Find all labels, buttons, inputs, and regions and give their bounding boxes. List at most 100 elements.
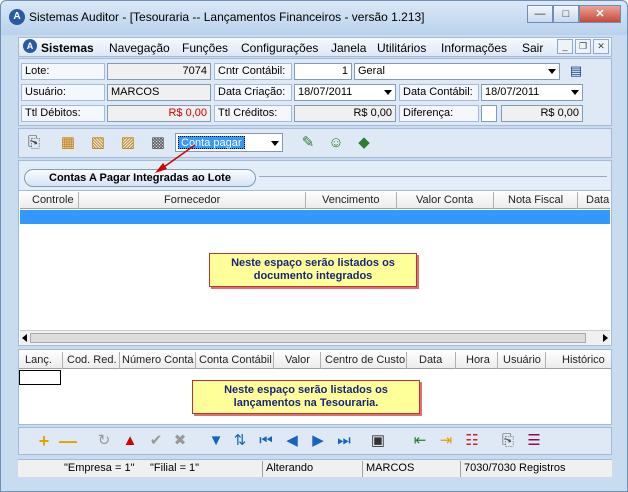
- col-lanc[interactable]: Lanç.: [25, 354, 52, 366]
- edit-cell[interactable]: [19, 370, 61, 385]
- col-controle[interactable]: Controle: [32, 194, 74, 206]
- upper-grid-header: Controle Fornecedor Vencimento Valor Con…: [20, 192, 610, 209]
- export-icon[interactable]: ⇥: [435, 430, 457, 452]
- data-contabil-field[interactable]: 18/07/2011: [481, 84, 583, 101]
- diamond-icon[interactable]: ◆: [353, 132, 375, 154]
- grid-config-icon[interactable]: ▤: [567, 63, 585, 79]
- menu-utilitarios[interactable]: Utilitários: [377, 41, 426, 55]
- creditos-label: Ttl Créditos:: [214, 105, 292, 122]
- col-fornecedor[interactable]: Fornecedor: [164, 194, 220, 206]
- user-edit-icon[interactable]: ☺: [325, 132, 347, 154]
- barcode-icon[interactable]: ☰: [523, 430, 545, 452]
- lote-label: Lote:: [21, 63, 105, 80]
- creditos-field: R$ 0,00: [294, 105, 396, 122]
- col-vencimento[interactable]: Vencimento: [322, 194, 379, 206]
- mdi-restore-button[interactable]: ❐: [575, 39, 591, 54]
- print-icon[interactable]: ⎘: [497, 430, 519, 452]
- col-separator: [305, 192, 306, 209]
- scroll-left-icon[interactable]: [22, 334, 27, 342]
- remove-icon[interactable]: —: [57, 430, 79, 452]
- data-criacao-field[interactable]: 18/07/2011: [294, 84, 396, 101]
- col-separator: [62, 352, 63, 369]
- lower-grid-header: Lanç. Cod. Red. Número Conta Conta Contá…: [19, 352, 611, 369]
- diferenca-checkbox[interactable]: [481, 105, 497, 122]
- cntr-contabil-desc: Geral: [358, 65, 385, 77]
- col-valor[interactable]: Valor: [285, 354, 310, 366]
- menu-navegacao[interactable]: Navegação: [109, 41, 170, 55]
- menu-informacoes[interactable]: Informações: [441, 41, 507, 55]
- import-icon[interactable]: ⇤: [409, 430, 431, 452]
- col-historico[interactable]: Histórico: [562, 354, 605, 366]
- cash-delete-icon[interactable]: ▨: [117, 132, 139, 154]
- auditor-logo-icon: A: [23, 39, 37, 53]
- lote-form: Lote: 7074 Cntr Contábil: 1 Geral ▤ Usuá…: [18, 58, 612, 126]
- cash-icon[interactable]: ▦: [57, 132, 79, 154]
- table-row[interactable]: [20, 210, 610, 224]
- save-icon[interactable]: ▣: [367, 430, 389, 452]
- close-button[interactable]: ✕: [579, 5, 621, 23]
- contas-integradas-button[interactable]: Contas A Pagar Integradas ao Lote: [24, 169, 256, 187]
- debitos-field: R$ 0,00: [107, 105, 211, 122]
- col-numero-conta[interactable]: Número Conta: [122, 354, 194, 366]
- add-icon[interactable]: +: [33, 430, 55, 452]
- col-nota-fiscal[interactable]: Nota Fiscal: [508, 194, 563, 206]
- data-criacao-value: 18/07/2011: [298, 86, 353, 98]
- col-separator: [406, 352, 407, 369]
- check-icon[interactable]: ✔: [145, 430, 167, 452]
- status-user: MARCOS: [366, 462, 415, 474]
- cancel-icon[interactable]: ✖: [169, 430, 191, 452]
- cntr-contabil-field[interactable]: 1: [294, 63, 352, 80]
- usuario-field: MARCOS: [107, 84, 211, 101]
- data-criacao-label: Data Criação:: [214, 84, 292, 101]
- pencil-edit-icon[interactable]: ✎: [297, 132, 319, 154]
- menu-janela[interactable]: Janela: [331, 41, 366, 55]
- col-conta-contabil[interactable]: Conta Contábil: [199, 354, 272, 366]
- col-separator: [545, 352, 546, 369]
- upper-note: Neste espaço serão listados os documento…: [209, 253, 417, 287]
- sort-icon[interactable]: ⇅: [229, 430, 251, 452]
- col-valor-conta[interactable]: Valor Conta: [416, 194, 473, 206]
- menu-sair[interactable]: Sair: [522, 41, 543, 55]
- calc-icon[interactable]: ☷: [461, 430, 483, 452]
- menu-bar: A Sistemas Navegação Funções Configuraçõ…: [18, 37, 612, 57]
- col-separator: [78, 192, 79, 209]
- col-usuario[interactable]: Usuário: [503, 354, 541, 366]
- cntr-contabil-select[interactable]: Geral: [354, 63, 560, 80]
- warning-icon[interactable]: ▲: [119, 430, 141, 452]
- menu-configuracoes[interactable]: Configurações: [241, 41, 318, 55]
- last-icon[interactable]: ⏭: [333, 430, 355, 452]
- col-separator: [119, 352, 120, 369]
- menu-funcoes[interactable]: Funções: [182, 41, 228, 55]
- lower-note: Neste espaço serão listados os lançament…: [192, 380, 420, 414]
- cash-edit-icon[interactable]: ▧: [87, 132, 109, 154]
- printer-icon[interactable]: ⎘: [23, 132, 45, 154]
- horizontal-scrollbar[interactable]: [20, 330, 610, 345]
- navigation-toolbar: + — ↻ ▲ ✔ ✖ ▼ ⇅ ⏮ ◀ ▶ ⏭ ▣ ⇤ ⇥ ☷ ⎘ ☰: [18, 427, 612, 455]
- first-icon[interactable]: ⏮: [255, 430, 277, 452]
- col-cod-red[interactable]: Cod. Red.: [67, 354, 117, 366]
- scroll-thumb[interactable]: [30, 333, 586, 343]
- menu-sistemas[interactable]: Sistemas: [41, 41, 94, 55]
- next-icon[interactable]: ▶: [307, 430, 329, 452]
- refresh-icon[interactable]: ↻: [93, 430, 115, 452]
- col-data[interactable]: Data: [586, 194, 609, 206]
- col-hora[interactable]: Hora: [466, 354, 490, 366]
- mdi-minimize-button[interactable]: _: [557, 39, 573, 54]
- filter-icon[interactable]: ▼: [205, 430, 227, 452]
- minimize-button[interactable]: —: [527, 5, 553, 23]
- lancamentos-panel: Lanç. Cod. Red. Número Conta Conta Contá…: [18, 349, 612, 425]
- title-bar[interactable]: A Sistemas Auditor - [Tesouraria -- Lanç…: [1, 1, 627, 35]
- mdi-close-button[interactable]: ✕: [593, 39, 609, 54]
- scroll-right-icon[interactable]: [603, 334, 608, 342]
- col-separator: [497, 352, 498, 369]
- col-centro-custo[interactable]: Centro de Custo: [325, 354, 405, 366]
- contas-pagar-panel: Contas A Pagar Integradas ao Lote Contro…: [18, 160, 612, 346]
- status-filial: "Filial = 1": [150, 462, 200, 474]
- maximize-button[interactable]: □: [553, 5, 579, 23]
- usuario-label: Usuário:: [21, 84, 105, 101]
- col-separator: [577, 192, 578, 209]
- prev-icon[interactable]: ◀: [281, 430, 303, 452]
- col-data[interactable]: Data: [419, 354, 442, 366]
- col-separator: [195, 352, 196, 369]
- chevron-down-icon: [571, 90, 579, 95]
